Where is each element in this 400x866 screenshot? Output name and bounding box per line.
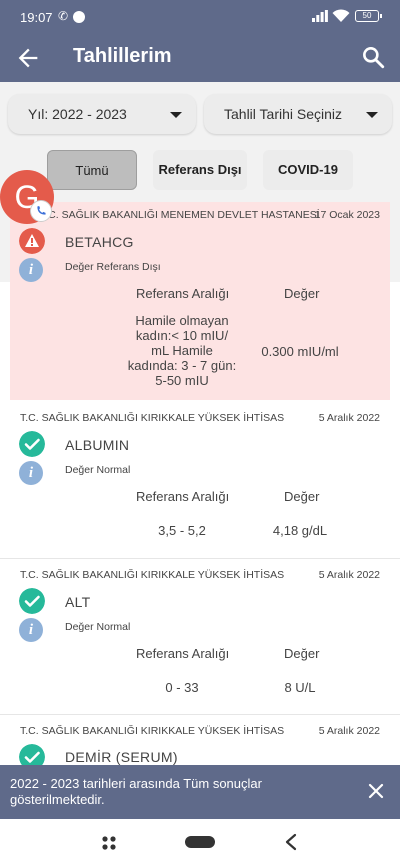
chevron-down-icon: [366, 112, 378, 118]
reference-range-value: 0 - 33: [165, 680, 199, 695]
hospital-name: T.C. SAĞLIK BAKANLIĞI KIRIKKALE YÜKSEK İ…: [20, 725, 285, 737]
hospital-name: T.C. SAĞLIK BAKANLIĞI MENEMEN DEVLET HAS…: [40, 209, 320, 221]
wifi-icon: [332, 9, 350, 22]
result-value: 8 U/L: [284, 680, 316, 695]
check-icon: [19, 588, 45, 614]
reference-range-header: Referans Aralığı: [136, 646, 230, 661]
hospital-name: T.C. SAĞLIK BAKANLIĞI KIRIKKALE YÜKSEK İ…: [20, 412, 285, 424]
page-title: Tahlillerim: [73, 45, 172, 67]
arrow-left-icon[interactable]: [14, 44, 42, 72]
reference-range-value: 3,5 - 5,2: [158, 523, 206, 538]
reference-range-header: Referans Aralığı: [136, 489, 230, 504]
value-header: Değer: [284, 646, 320, 661]
result-card[interactable]: T.C. SAĞLIK BAKANLIĞI KIRIKKALE YÜKSEK İ…: [10, 718, 390, 765]
chevron-down-icon: [170, 112, 182, 118]
signal-icon: [312, 10, 328, 22]
value-header: Değer: [284, 489, 320, 504]
status-bar: 19:07 ✆ 50: [0, 0, 400, 34]
home-button[interactable]: [185, 836, 215, 848]
result-card[interactable]: T.C. SAĞLIK BAKANLIĞI KIRIKKALE YÜKSEK İ…: [10, 405, 390, 555]
clock: 19:07: [20, 10, 53, 25]
test-name: DEMİR (SERUM): [65, 749, 178, 765]
info-icon[interactable]: i: [19, 258, 43, 282]
result-value: 4,18 g/dL: [272, 523, 328, 538]
result-status: Değer Normal: [65, 621, 131, 633]
result-value: 0.300 mIU/ml: [261, 344, 339, 359]
result-date: 5 Aralık 2022: [318, 725, 380, 737]
notification-dot-icon: [73, 11, 85, 23]
chip-covid[interactable]: COVID-19: [263, 150, 353, 190]
result-date: 5 Aralık 2022: [318, 569, 380, 581]
hospital-name: T.C. SAĞLIK BAKANLIĞI KIRIKKALE YÜKSEK İ…: [20, 569, 285, 581]
warning-icon: [19, 228, 45, 254]
chip-out-of-reference[interactable]: Referans Dışı: [153, 150, 247, 190]
recent-apps-icon[interactable]: [101, 835, 117, 851]
info-icon[interactable]: i: [19, 461, 43, 485]
year-dropdown-label: Yıl: 2022 - 2023: [28, 106, 127, 122]
snackbar-message: 2022 - 2023 tarihleri arasında Tüm sonuç…: [10, 776, 262, 807]
test-name: BETAHCG: [65, 234, 134, 250]
system-nav-bar: [0, 819, 400, 866]
battery-icon: 50: [355, 10, 382, 22]
result-date: 5 Aralık 2022: [318, 412, 380, 424]
result-status: Değer Normal: [65, 464, 131, 476]
date-dropdown[interactable]: Tahlil Tarihi Seçiniz: [204, 94, 392, 134]
divider: [0, 714, 400, 715]
result-status: Değer Referans Dışı: [65, 261, 161, 273]
result-date: 17 Ocak 2023: [314, 209, 380, 221]
reference-range-header: Referans Aralığı: [136, 286, 230, 301]
close-icon[interactable]: [366, 781, 386, 801]
result-card[interactable]: T.C. SAĞLIK BAKANLIĞI KIRIKKALE YÜKSEK İ…: [10, 562, 390, 712]
call-badge-icon: [30, 200, 52, 222]
back-nav-icon[interactable]: [283, 833, 299, 851]
check-icon: [19, 431, 45, 457]
result-card[interactable]: T.C. SAĞLIK BAKANLIĞI MENEMEN DEVLET HAS…: [10, 202, 390, 400]
divider: [0, 558, 400, 559]
date-dropdown-label: Tahlil Tarihi Seçiniz: [224, 106, 343, 122]
chip-all[interactable]: Tümü: [47, 150, 137, 190]
reference-range-value: Hamile olmayan kadın:< 10 mIU/ mL Hamile…: [127, 313, 237, 388]
test-name: ALBUMIN: [65, 437, 130, 453]
info-icon[interactable]: i: [19, 618, 43, 642]
check-icon: [19, 744, 45, 765]
value-header: Değer: [284, 286, 320, 301]
snackbar: 2022 - 2023 tarihleri arasında Tüm sonuç…: [0, 765, 400, 819]
test-name: ALT: [65, 594, 91, 610]
year-dropdown[interactable]: Yıl: 2022 - 2023: [8, 94, 196, 134]
phone-icon: ✆: [58, 9, 69, 23]
search-icon[interactable]: [360, 44, 386, 70]
app-bar: Tahlillerim: [0, 34, 400, 82]
